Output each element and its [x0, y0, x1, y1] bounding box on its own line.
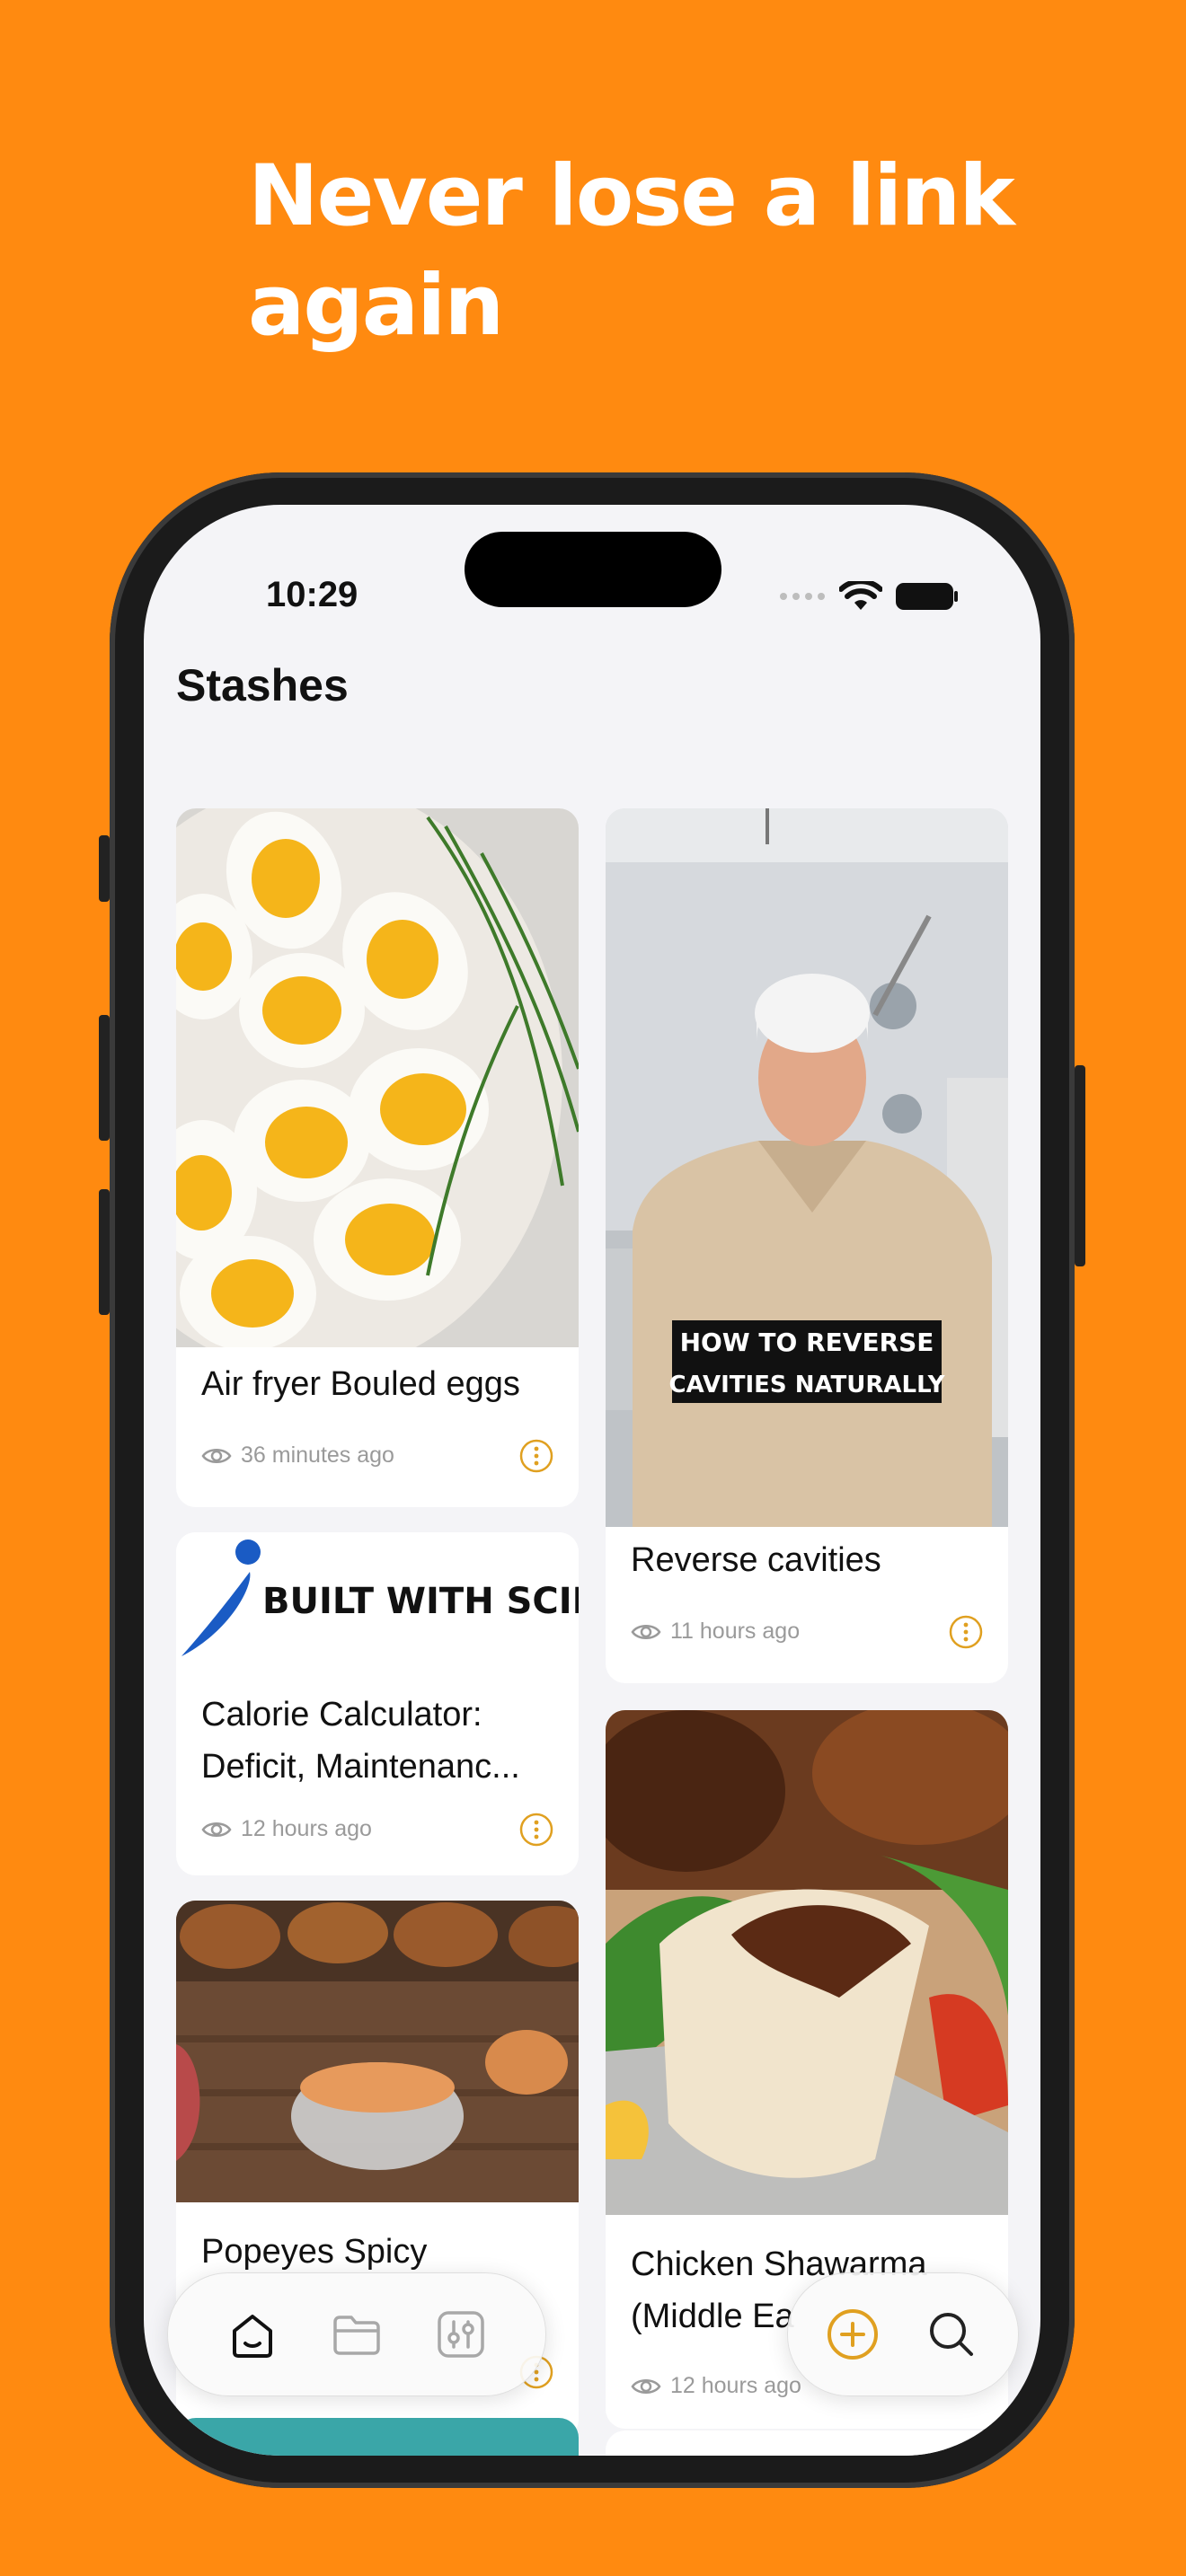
search-icon[interactable]: [923, 2306, 980, 2363]
status-icons: [778, 580, 960, 613]
cavities-video-thumbnail: HOW TO REVERSE CAVITIES NATURALLY: [606, 808, 1008, 1527]
eggs-thumbnail: [176, 808, 579, 1347]
app-screen: 10:29 Stashes Air fryer Bouled eggs 36 m…: [144, 505, 1040, 2456]
headline: Never lose a link again: [248, 147, 1015, 355]
card-title: Air fryer Bouled eggs: [201, 1365, 520, 1403]
signal-icon: [780, 593, 825, 600]
card-meta: 12 hours ago: [631, 2373, 801, 2399]
power-button: [1075, 1065, 1085, 1266]
shawarma-thumbnail: [606, 1710, 1008, 2215]
card-title: Popeyes Spicy: [201, 2233, 428, 2271]
stash-card-cavities[interactable]: HOW TO REVERSE CAVITIES NATURALLY Revers…: [606, 808, 1008, 1683]
sliders-icon[interactable]: [432, 2306, 490, 2363]
volume-up-button: [99, 1015, 110, 1141]
caption-line-2: CAVITIES NATURALLY: [669, 1372, 946, 1398]
phone-frame: 10:29 Stashes Air fryer Bouled eggs 36 m…: [99, 472, 1085, 2488]
volume-down-button: [99, 1189, 110, 1315]
card-title: Calorie Calculator: Deficit, Maintenanc.…: [201, 1696, 520, 1786]
page-title: Stashes: [176, 660, 349, 710]
folder-icon[interactable]: [328, 2306, 385, 2363]
eye-icon: [201, 1822, 232, 1837]
popeyes-sauce-thumbnail: [176, 1901, 579, 2202]
eye-icon: [201, 1448, 232, 1463]
card-timestamp: 12 hours ago: [241, 1816, 372, 1841]
logo-text: BUILT WITH SCIENCE: [262, 1581, 579, 1622]
stash-card-partial[interactable]: [606, 2430, 1008, 2456]
stash-card-partial[interactable]: [176, 2418, 579, 2456]
card-timestamp: 36 minutes ago: [241, 1442, 394, 1468]
stash-card-calorie-calculator[interactable]: BUILT WITH SCIENCE Calorie Calculator: D…: [176, 1532, 579, 1875]
tab-bar: [167, 2272, 546, 2396]
card-timestamp: 12 hours ago: [670, 2373, 801, 2398]
built-with-science-logo: BUILT WITH SCIENCE: [176, 1532, 579, 1663]
action-button: [99, 835, 110, 902]
eye-icon: [631, 2378, 661, 2394]
more-options-icon[interactable]: [519, 1439, 553, 1473]
status-time: 10:29: [266, 575, 358, 614]
eye-icon: [631, 1624, 661, 1639]
caption-line-1: HOW TO REVERSE: [680, 1328, 934, 1357]
video-caption: HOW TO REVERSE CAVITIES NATURALLY: [669, 1320, 946, 1403]
plus-circle-icon[interactable]: [824, 2306, 881, 2363]
stash-card-eggs[interactable]: Air fryer Bouled eggs 36 minutes ago: [176, 808, 579, 1507]
wifi-icon: [839, 581, 882, 610]
card-meta: 36 minutes ago: [201, 1442, 394, 1469]
card-title: Reverse cavities: [631, 1541, 881, 1579]
card-timestamp: 11 hours ago: [670, 1619, 801, 1644]
more-options-icon[interactable]: [949, 1615, 983, 1649]
card-meta: 11 hours ago: [631, 1619, 800, 1645]
battery-icon: [896, 583, 958, 610]
more-options-icon[interactable]: [519, 1813, 553, 1847]
dynamic-island: [465, 532, 721, 607]
action-bar: [787, 2272, 1019, 2396]
card-meta: 12 hours ago: [201, 1816, 372, 1842]
home-icon[interactable]: [224, 2306, 281, 2363]
